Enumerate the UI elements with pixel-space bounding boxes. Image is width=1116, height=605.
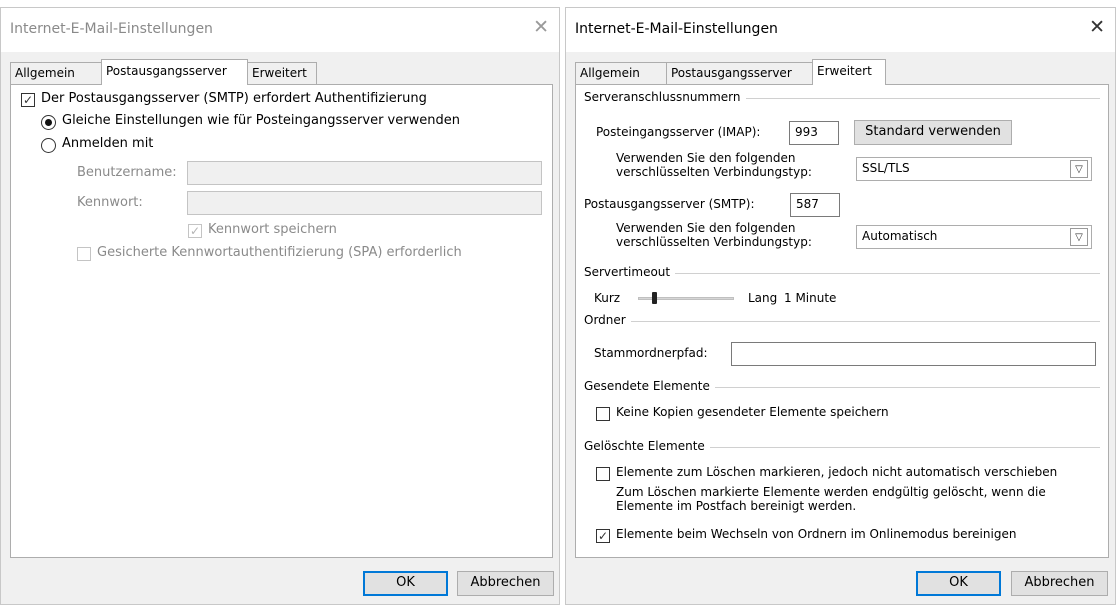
timeout-long-label: Lang [748,291,778,305]
outgoing-encryption-value: Automatisch [862,229,938,243]
group-sent-items-label: Gesendete Elemente [584,379,715,393]
no-copies-checkbox[interactable] [596,407,610,421]
outgoing-port-input[interactable]: 587 [790,193,840,217]
username-label: Benutzername: [77,165,177,180]
spa-label: Gesicherte Kennwortauthentifizierung (SP… [97,245,462,260]
group-deleted-items: Gelöschte Elemente [584,439,1100,453]
password-input[interactable] [187,191,542,215]
chevron-down-icon: ▽ [1070,160,1088,178]
chevron-down-icon: ▽ [1070,228,1088,246]
mark-for-deletion-checkbox[interactable] [596,467,610,481]
tab-postausgangsserver[interactable]: Postausgangsserver [666,62,813,84]
save-password-label: Kennwort speichern [208,222,337,237]
mark-for-deletion-label: Elemente zum Löschen markieren, jedoch n… [616,465,1058,479]
timeout-slider[interactable] [638,292,734,304]
incoming-port-input[interactable]: 993 [789,121,839,145]
spa-checkbox[interactable] [77,247,91,261]
title-bar: Internet-E-Mail-Einstellungen ✕ [566,8,1115,52]
root-path-label: Stammordnerpfad: [594,346,708,360]
group-folders-label: Ordner [584,313,631,327]
login-with-label: Anmelden mit [62,136,154,151]
tab-erweitert[interactable]: Erweitert [247,62,317,84]
smtp-auth-checkbox[interactable]: ✓ [21,93,35,107]
tab-panel-erweitert: Serveranschlussnummern Posteingangsserve… [575,84,1109,558]
tab-postausgangsserver[interactable]: Postausgangsserver [101,59,248,85]
ok-button[interactable]: OK [363,571,448,596]
password-label: Kennwort: [77,195,143,210]
group-server-ports: Serveranschlussnummern [584,90,1100,104]
tab-panel-postausgangsserver: ✓ Der Postausgangsserver (SMTP) erforder… [10,84,553,558]
outgoing-encryption-label: Verwenden Sie den folgenden verschlüssel… [616,221,812,249]
email-settings-dialog-left: Internet-E-Mail-Einstellungen ✕ Allgemei… [0,7,560,605]
same-settings-radio[interactable] [41,115,56,130]
cancel-button[interactable]: Abbrechen [1011,571,1108,596]
smtp-auth-label: Der Postausgangsserver (SMTP) erfordert … [41,91,427,106]
no-copies-label: Keine Kopien gesendeter Elemente speiche… [616,405,889,419]
timeout-short-label: Kurz [594,291,621,305]
deletion-info-text: Zum Löschen markierte Elemente werden en… [616,485,1046,513]
group-server-timeout-label: Servertimeout [584,265,676,279]
close-icon[interactable]: ✕ [533,18,549,37]
group-sent-items: Gesendete Elemente [584,379,1100,393]
tab-allgemein[interactable]: Allgemein [10,62,102,84]
dialog-title: Internet-E-Mail-Einstellungen [575,21,778,37]
username-input[interactable] [187,161,542,185]
save-password-checkbox[interactable]: ✓ [188,224,202,238]
group-deleted-items-label: Gelöschte Elemente [584,439,710,453]
dialog-title: Internet-E-Mail-Einstellungen [10,21,213,37]
incoming-encryption-select[interactable]: SSL/TLS ▽ [856,157,1092,181]
cancel-button[interactable]: Abbrechen [457,571,554,596]
outgoing-encryption-select[interactable]: Automatisch ▽ [856,225,1092,249]
title-bar: Internet-E-Mail-Einstellungen ✕ [1,8,559,52]
email-settings-dialog-right: Internet-E-Mail-Einstellungen ✕ Allgemei… [565,7,1116,605]
same-settings-label: Gleiche Einstellungen wie für Posteingan… [62,113,460,128]
ok-button[interactable]: OK [916,571,1001,596]
purge-on-switch-label: Elemente beim Wechseln von Ordnern im On… [616,527,1017,541]
group-server-ports-label: Serveranschlussnummern [584,90,746,104]
purge-on-switch-checkbox[interactable]: ✓ [596,529,610,543]
close-icon[interactable]: ✕ [1089,18,1105,37]
group-folders: Ordner [584,313,1100,327]
use-default-button[interactable]: Standard verwenden [854,120,1012,145]
slider-thumb[interactable] [652,292,657,304]
tab-allgemein[interactable]: Allgemein [575,62,667,84]
outgoing-server-label: Postausgangsserver (SMTP): [584,197,755,211]
group-server-timeout: Servertimeout [584,265,1100,279]
login-with-radio[interactable] [41,138,56,153]
incoming-encryption-label: Verwenden Sie den folgenden verschlüssel… [616,151,812,179]
incoming-server-label: Posteingangsserver (IMAP): [596,125,761,139]
radio-selected-dot [45,119,52,126]
group-divider [584,321,1100,322]
tab-erweitert[interactable]: Erweitert [812,59,886,85]
timeout-value: 1 Minute [784,291,837,305]
root-path-input[interactable] [731,342,1096,366]
incoming-encryption-value: SSL/TLS [862,161,910,175]
